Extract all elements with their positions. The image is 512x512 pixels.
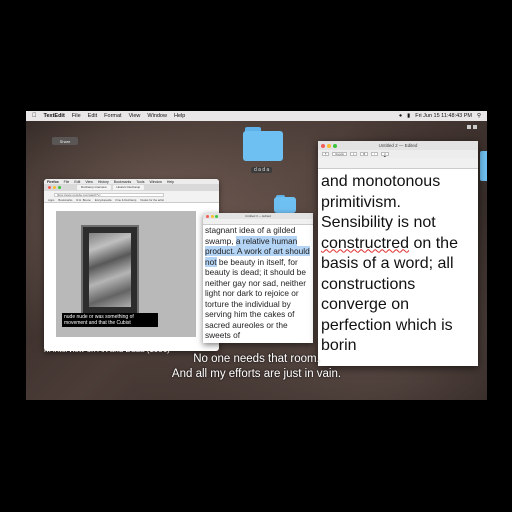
browser-tab[interactable]: Historic Duchamp (112, 185, 145, 190)
bookmark-item[interactable]: Apps (48, 198, 54, 202)
window-title-bar[interactable]: Untitled 3 — Edited (203, 213, 313, 219)
window-title: Untitled 2 — Edited (378, 143, 418, 148)
close-icon[interactable] (48, 186, 51, 189)
browser-toolbar: https://www.youtube.com/watch?v= (44, 191, 219, 198)
bookmark-item[interactable]: R.H. Boone (76, 198, 90, 202)
painting-image (81, 225, 139, 315)
maximize-icon[interactable] (58, 186, 61, 189)
menu-view[interactable]: View (129, 113, 141, 119)
underline-icon[interactable]: U (380, 152, 389, 156)
menu-clock[interactable]: Fri Jun 15 11:48:43 PM (415, 113, 472, 119)
grid-icon[interactable] (473, 125, 477, 129)
italic-icon[interactable]: I (371, 152, 378, 156)
textedit-window-small[interactable]: Untitled 3 — Edited stagnant idea of a g… (203, 213, 313, 343)
browser-tab-bar: Duchamp interview Historic Duchamp (44, 184, 219, 191)
menu-app-name[interactable]: TextEdit (44, 113, 65, 119)
bold-icon[interactable]: B (360, 152, 369, 156)
paragraph-style-select[interactable]: ¶ (322, 152, 330, 156)
browser-menu-item[interactable]: Tools (136, 180, 144, 184)
document-text[interactable]: stagnant idea of a gilded swamp, a relat… (203, 225, 313, 341)
font-size-select[interactable]: ▾ (350, 152, 358, 156)
folder-icon[interactable] (480, 151, 487, 181)
document-text[interactable]: and monotonous primitivism. Sensibility … (318, 169, 478, 357)
window-title-bar[interactable]: Untitled 2 — Edited (318, 141, 478, 150)
format-toolbar: ¶ Regular ▾ B I U (318, 150, 478, 158)
browser-window[interactable]: Firefox File Edit View History Bookmarks… (44, 179, 219, 351)
bookmark-item[interactable]: Bookmarks (58, 198, 72, 202)
menu-format[interactable]: Format (104, 113, 121, 119)
menu-help[interactable]: Help (174, 113, 185, 119)
font-style-select[interactable]: Regular (332, 152, 348, 156)
video-caption: nude nude or was something of movement a… (62, 313, 158, 327)
menu-window[interactable]: Window (147, 113, 167, 119)
menu-file[interactable]: File (72, 113, 81, 119)
browser-menu-item[interactable]: View (85, 180, 93, 184)
share-button[interactable]: Share (52, 137, 78, 145)
textedit-window-large[interactable]: Untitled 2 — Edited ¶ Regular ▾ B I U an… (318, 141, 478, 366)
text-run: and monotonous primitivism. Sensibility … (321, 173, 441, 231)
browser-menu-item[interactable]: Window (149, 180, 161, 184)
grid-icon[interactable] (467, 125, 471, 129)
folder-icon[interactable] (274, 193, 296, 213)
bookmark-item[interactable]: Fine & Duchamp (115, 198, 136, 202)
menu-edit[interactable]: Edit (88, 113, 97, 119)
wifi-icon[interactable]: ● (399, 113, 402, 119)
text-run: on the basis of a word; all construction… (321, 234, 458, 355)
battery-icon[interactable]: ▮ (407, 113, 410, 119)
browser-menu-item[interactable]: History (98, 180, 109, 184)
browser-menu-item[interactable]: File (64, 180, 70, 184)
apple-icon[interactable]:  (32, 113, 37, 119)
browser-menu-item[interactable]: Help (167, 180, 174, 184)
subtitle-line-2: And all my efforts are just in vain. (171, 368, 342, 380)
minimize-icon[interactable] (53, 186, 56, 189)
video-player[interactable]: nude nude or was something of movement a… (56, 211, 196, 337)
maximize-icon[interactable] (215, 214, 218, 218)
close-icon[interactable] (206, 214, 209, 218)
bookmarks-bar: Apps Bookmarks R.H. Boone Encyclopedia F… (44, 198, 219, 203)
desktop-mini-icons (467, 125, 477, 129)
maximize-icon[interactable] (333, 143, 337, 148)
minimize-icon[interactable] (327, 143, 331, 148)
folder-icon[interactable] (243, 125, 283, 161)
browser-tab[interactable]: Duchamp interview (77, 185, 111, 190)
search-icon[interactable]: ⚲ (477, 113, 481, 119)
ruler[interactable] (318, 158, 478, 169)
misspelled-word[interactable]: constructred (321, 235, 409, 252)
bookmark-item[interactable]: Nudes for the artist (140, 198, 164, 202)
browser-menu-item[interactable]: Edit (74, 180, 80, 184)
folder-label[interactable]: d a d a (251, 167, 273, 173)
minimize-icon[interactable] (210, 214, 214, 218)
browser-menu-item[interactable]: Bookmarks (114, 180, 132, 184)
subtitle-line-1: No one needs that room. (193, 353, 320, 365)
window-title: Untitled 3 — Edited (245, 214, 271, 218)
close-icon[interactable] (321, 143, 325, 148)
desktop-screen:  TextEdit File Edit Format View Window … (26, 111, 487, 400)
text-run: be beauty in itself, for beauty is dead;… (205, 256, 307, 341)
bookmark-item[interactable]: Encyclopedia (95, 198, 112, 202)
menu-bar:  TextEdit File Edit Format View Window … (26, 111, 487, 121)
browser-menu-item[interactable]: Firefox (47, 180, 59, 184)
url-bar[interactable]: https://www.youtube.com/watch?v= (54, 192, 164, 197)
